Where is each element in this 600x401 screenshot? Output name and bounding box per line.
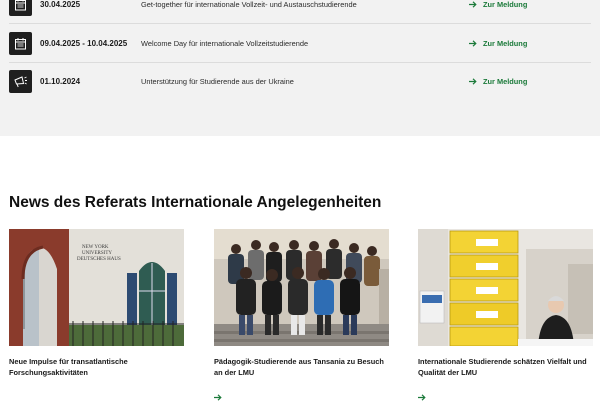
news-card-title[interactable]: Pädagogik-Studierende aus Tansania zu Be…	[214, 356, 392, 378]
event-link[interactable]: Zur Meldung	[469, 77, 527, 86]
event-row: 30.04.2025 Get-together für internationa…	[9, 0, 591, 24]
calendar-icon	[9, 0, 32, 16]
event-title: Welcome Day für internationale Vollzeits…	[141, 38, 309, 48]
arrow-right-icon	[469, 0, 477, 8]
news-card[interactable]: Internationale Studierende schätzen Viel…	[418, 229, 593, 378]
news-card[interactable]: NEW YORK UNIVERSITY DEUTSCHES HAUS Neue …	[9, 229, 184, 378]
new-york-university-deutsches-haus-photo[interactable]: NEW YORK UNIVERSITY DEUTSCHES HAUS	[9, 229, 184, 346]
event-title: Unterstützung für Studierende aus der Uk…	[141, 77, 294, 86]
news-heading: News des Referats Internationale Angeleg…	[9, 194, 382, 211]
event-date: 01.10.2024	[40, 77, 81, 86]
building-sign-line: UNIVERSITY	[82, 251, 112, 256]
event-link-label: Zur Meldung	[483, 38, 528, 48]
event-link[interactable]: Zur Meldung	[469, 39, 527, 48]
yellow-crates-and-person-photo[interactable]	[418, 229, 593, 346]
events-list: 30.04.2025 Get-together für internationa…	[0, 0, 600, 136]
calendar-icon	[9, 31, 32, 55]
news-card[interactable]: Pädagogik-Studierende aus Tansania zu Be…	[214, 229, 389, 378]
news-card-title[interactable]: Internationale Studierende schätzen Viel…	[418, 356, 596, 378]
event-link-label: Zur Meldung	[483, 77, 528, 86]
event-link-label: Zur Meldung	[483, 0, 528, 9]
building-sign-line: DEUTSCHES HAUS	[77, 257, 121, 262]
event-row: 09.04.2025 - 10.04.2025 Welcome Day für …	[9, 24, 591, 63]
arrow-right-icon	[469, 78, 477, 85]
news-card-title[interactable]: Neue Impulse für transatlantische Forsch…	[9, 356, 187, 378]
event-date: 09.04.2025 - 10.04.2025	[40, 38, 128, 48]
event-link[interactable]: Zur Meldung	[469, 0, 527, 9]
event-date: 30.04.2025	[40, 0, 81, 9]
event-title: Get-together für internationale Vollzeit…	[141, 0, 357, 9]
arrow-right-icon	[469, 39, 477, 47]
megaphone-icon	[9, 70, 32, 93]
event-row: 01.10.2024 Unterstützung für Studierende…	[9, 62, 591, 101]
group-of-students-photo[interactable]	[214, 229, 389, 346]
building-sign-line: NEW YORK	[82, 245, 109, 250]
